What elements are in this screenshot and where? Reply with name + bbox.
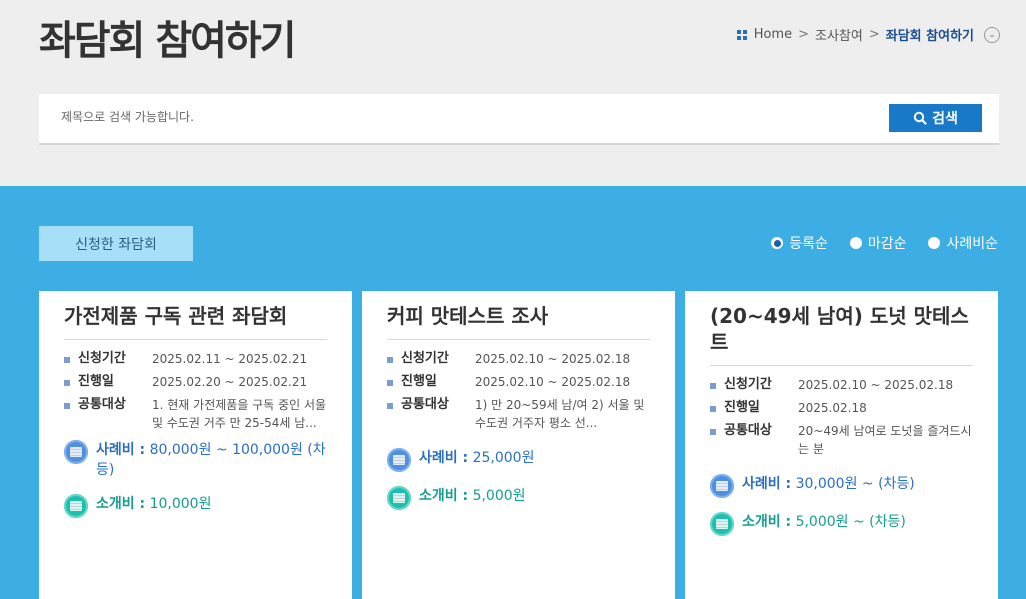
referral-value: 5,000원 ~ (차등): [795, 514, 906, 530]
referral-row: 소개비 : 5,000원: [387, 486, 650, 510]
sort-options: 등록순 마감순 사례비순: [749, 233, 998, 253]
sort-registration[interactable]: 등록순: [771, 233, 828, 253]
reward-icon: [64, 440, 88, 464]
date-value: 2025.02.20 ~ 2025.02.21: [152, 375, 308, 389]
referral-icon: [64, 494, 88, 518]
target-value: 20~49세 남여로 도넛을 즐겨드시는 분: [798, 424, 972, 456]
reward-icon: [710, 474, 734, 498]
search-button[interactable]: 검색: [889, 104, 982, 132]
card-info: 신청기간 2025.02.10 ~ 2025.02.18 진행일 2025.02…: [387, 350, 650, 432]
apply-period-label: 신청기간: [710, 376, 798, 394]
fee-label: 사례비 :: [96, 442, 146, 458]
fee-row: 사례비 : 80,000원 ~ 100,000원 (차등): [64, 440, 327, 480]
fee-label: 사례비 :: [742, 476, 792, 492]
target-value: 1. 현재 가전제품을 구독 중인 서울 및 수도권 거주 만 25-54세 남…: [152, 398, 327, 430]
referral-value: 5,000원: [472, 488, 526, 504]
apply-period-label: 신청기간: [387, 350, 475, 368]
apply-period-value: 2025.02.11 ~ 2025.02.21: [152, 352, 308, 366]
referral-label: 소개비 :: [419, 488, 469, 504]
apply-period-row: 신청기간 2025.02.11 ~ 2025.02.21: [64, 350, 327, 368]
card-info: 신청기간 2025.02.10 ~ 2025.02.18 진행일 2025.02…: [710, 376, 973, 458]
fee-label: 사례비 :: [419, 450, 469, 466]
seminar-card[interactable]: 커피 맛테스트 조사 신청기간 2025.02.10 ~ 2025.02.18 …: [362, 291, 675, 599]
page-title: 좌담회 참여하기: [39, 18, 297, 64]
referral-label: 소개비 :: [742, 514, 792, 530]
sort-label: 등록순: [789, 236, 828, 252]
apply-period-label: 신청기간: [64, 350, 152, 368]
card-title[interactable]: (20~49세 남여) 도넛 맛테스트: [710, 303, 973, 366]
target-row: 공통대상 1. 현재 가전제품을 구독 중인 서울 및 수도권 거주 만 25-…: [64, 396, 327, 432]
search-button-label: 검색: [932, 111, 958, 127]
breadcrumb-separator: >: [868, 27, 880, 42]
apply-period-value: 2025.02.10 ~ 2025.02.18: [475, 352, 631, 366]
radio-button-checked[interactable]: [771, 237, 784, 249]
referral-value: 10,000원: [149, 496, 212, 512]
referral-icon: [710, 512, 734, 536]
referral-label: 소개비 :: [96, 496, 146, 512]
date-value: 2025.02.18: [798, 401, 867, 415]
breadcrumb-separator: >: [798, 27, 809, 42]
card-title[interactable]: 가전제품 구독 관련 좌담회: [64, 303, 327, 340]
date-label: 진행일: [64, 373, 152, 391]
header-area: 좌담회 참여하기 Home > 조사참여 > 좌담회 참여하기 ⌄ 검색: [0, 0, 1026, 186]
search-bar: 검색: [39, 94, 999, 145]
seminar-card[interactable]: 가전제품 구독 관련 좌담회 신청기간 2025.02.11 ~ 2025.02…: [39, 291, 352, 599]
breadcrumb-current: 좌담회 참여하기: [885, 29, 974, 44]
referral-row: 소개비 : 5,000원 ~ (차등): [710, 512, 973, 536]
fee-row: 사례비 : 25,000원: [387, 448, 650, 472]
date-row: 진행일 2025.02.10 ~ 2025.02.18: [387, 373, 650, 391]
grid-icon: [736, 29, 747, 40]
sort-label: 사례비순: [946, 236, 998, 252]
reward-icon: [387, 448, 411, 472]
search-input[interactable]: [61, 110, 841, 124]
date-label: 진행일: [710, 399, 798, 417]
date-value: 2025.02.10 ~ 2025.02.18: [475, 375, 631, 389]
seminar-card[interactable]: (20~49세 남여) 도넛 맛테스트 신청기간 2025.02.10 ~ 20…: [685, 291, 998, 599]
date-row: 진행일 2025.02.18: [710, 399, 973, 417]
card-title[interactable]: 커피 맛테스트 조사: [387, 303, 650, 340]
breadcrumb: Home > 조사참여 > 좌담회 참여하기 ⌄: [736, 25, 1000, 44]
target-label: 공통대상: [387, 396, 475, 432]
referral-icon: [387, 486, 411, 510]
radio-button[interactable]: [849, 237, 862, 249]
date-row: 진행일 2025.02.20 ~ 2025.02.21: [64, 373, 327, 391]
date-label: 진행일: [387, 373, 475, 391]
target-value: 1) 만 20~59세 남/여 2) 서울 및 수도권 거주자 평소 선...: [475, 398, 645, 430]
target-row: 공통대상 1) 만 20~59세 남/여 2) 서울 및 수도권 거주자 평소 …: [387, 396, 650, 432]
main-content: 신청한 좌담회 등록순 마감순 사례비순 가전제품 구독 관련 좌담회 신청기간…: [0, 186, 1026, 599]
target-label: 공통대상: [710, 422, 798, 458]
target-label: 공통대상: [64, 396, 152, 432]
fee-value: 25,000원: [472, 450, 535, 466]
target-row: 공통대상 20~49세 남여로 도넛을 즐겨드시는 분: [710, 422, 973, 458]
breadcrumb-survey[interactable]: 조사참여: [815, 25, 863, 44]
sort-label: 마감순: [867, 236, 907, 252]
fee-value: 30,000원 ~ (차등): [795, 476, 915, 492]
sort-deadline[interactable]: 마감순: [849, 233, 907, 253]
breadcrumb-home[interactable]: Home: [754, 27, 792, 42]
applied-seminar-tab[interactable]: 신청한 좌담회: [39, 226, 193, 261]
chevron-down-icon[interactable]: ⌄: [984, 26, 1000, 43]
apply-period-row: 신청기간 2025.02.10 ~ 2025.02.18: [387, 350, 650, 368]
apply-period-row: 신청기간 2025.02.10 ~ 2025.02.18: [710, 376, 973, 394]
referral-row: 소개비 : 10,000원: [64, 494, 327, 518]
radio-button[interactable]: [928, 237, 941, 249]
sort-reward[interactable]: 사례비순: [928, 233, 998, 253]
search-icon: [913, 111, 927, 125]
apply-period-value: 2025.02.10 ~ 2025.02.18: [798, 378, 954, 392]
fee-row: 사례비 : 30,000원 ~ (차등): [710, 474, 973, 498]
card-info: 신청기간 2025.02.11 ~ 2025.02.21 진행일 2025.02…: [64, 350, 327, 432]
